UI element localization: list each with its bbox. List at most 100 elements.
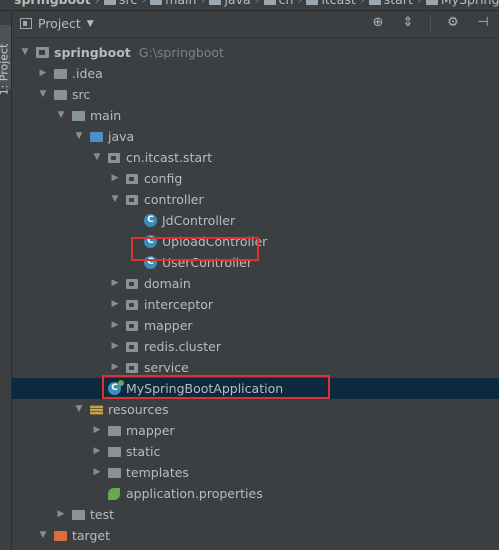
chevron-down-icon[interactable]: ▼	[92, 147, 102, 168]
resources-folder-icon	[90, 405, 103, 415]
chevron-right-icon[interactable]: ▶	[92, 441, 102, 462]
folder-icon	[72, 510, 85, 520]
chevron-right-icon[interactable]: ▶	[110, 273, 120, 294]
chevron-right-icon[interactable]: ▶	[56, 504, 66, 525]
folder-icon	[54, 90, 67, 100]
folder-icon	[425, 0, 438, 5]
chevron-down-icon[interactable]: ▼	[38, 84, 48, 105]
tree-node-label: target	[72, 525, 110, 546]
tree-node-text: .idea	[72, 66, 103, 81]
target-icon[interactable]: ⊕	[370, 15, 386, 31]
tree-node-config[interactable]: ▶ config	[12, 168, 499, 189]
hide-icon[interactable]: ⊣	[475, 15, 491, 31]
tree-node-domain[interactable]: ▶ domain	[12, 273, 499, 294]
tree-node-label: MySpringBootApplication	[126, 378, 283, 399]
left-tool-strip: 1: Project	[0, 11, 12, 550]
package-icon	[126, 321, 138, 331]
project-tool-tab[interactable]: 1: Project	[0, 25, 11, 95]
tree-node-myspringbootapplication[interactable]: C MySpringBootApplication	[12, 378, 499, 399]
breadcrumb-item[interactable]: MySpring	[425, 0, 499, 7]
tree-node-label: resources	[108, 399, 169, 420]
tree-node-test[interactable]: ▶ test	[12, 504, 499, 525]
chevron-right-icon[interactable]: ▶	[110, 336, 120, 357]
class-icon: C	[144, 214, 157, 227]
tree-node-service[interactable]: ▶ service	[12, 357, 499, 378]
breadcrumb-item[interactable]: java ›	[209, 0, 260, 7]
tree-node-label: JdController	[162, 210, 235, 231]
tree-node-text: test	[90, 507, 115, 522]
tree-node-java[interactable]: ▼ java	[12, 126, 499, 147]
tree-node-templates[interactable]: ▶ templates	[12, 462, 499, 483]
folder-icon	[108, 426, 121, 436]
chevron-down-icon[interactable]: ▼	[110, 189, 120, 210]
tree-node-target[interactable]: ▼ target	[12, 525, 499, 546]
toolbar-divider	[430, 15, 431, 31]
project-path: G:\springboot	[138, 45, 224, 60]
module-icon	[36, 47, 49, 58]
tree-node-interceptor[interactable]: ▶ interceptor	[12, 294, 499, 315]
tree-node-text: JdController	[162, 213, 236, 228]
tree-node-static[interactable]: ▶ static	[12, 441, 499, 462]
chevron-down-icon: ▼	[86, 18, 94, 29]
breadcrumb-label: src	[119, 0, 137, 7]
chevron-right-icon[interactable]: ▶	[92, 462, 102, 483]
tree-node-jdcontroller[interactable]: C JdController	[12, 210, 499, 231]
package-icon	[126, 363, 138, 373]
tree-node-label: mapper	[126, 420, 175, 441]
breadcrumb-separator: ›	[417, 0, 422, 7]
folder-icon	[54, 69, 67, 79]
tree-node-cn-itcast-start[interactable]: ▼ cn.itcast.start	[12, 147, 499, 168]
chevron-right-icon[interactable]: ▶	[110, 168, 120, 189]
tree-node-springboot[interactable]: ▼ springboot G:\springboot	[12, 42, 499, 63]
breadcrumb-item[interactable]: main ›	[150, 0, 205, 7]
chevron-down-icon[interactable]: ▼	[74, 126, 84, 147]
chevron-down-icon[interactable]: ▼	[38, 525, 48, 546]
tree-node-application-properties[interactable]: application.properties	[12, 483, 499, 504]
tree-node-src[interactable]: ▼ src	[12, 84, 499, 105]
breadcrumb-separator: ›	[200, 0, 205, 7]
chevron-right-icon[interactable]: ▶	[110, 357, 120, 378]
tree-node-text: service	[144, 360, 189, 375]
tree-node-controller[interactable]: ▼ controller	[12, 189, 499, 210]
chevron-right-icon[interactable]: ▶	[110, 315, 120, 336]
breadcrumb-label: main	[165, 0, 196, 7]
tree-node-label: controller	[144, 189, 204, 210]
tree-node-text: controller	[144, 192, 204, 207]
chevron-right-icon[interactable]: ▶	[92, 420, 102, 441]
project-view-icon	[20, 18, 32, 29]
tree-node-idea[interactable]: ▶ .idea	[12, 63, 499, 84]
tree-node-text: UploadController	[162, 234, 268, 249]
breadcrumb-item[interactable]: start ›	[368, 0, 422, 7]
tree-node-text: application.properties	[126, 486, 263, 501]
tree-node-uploadcontroller[interactable]: C UploadController	[12, 231, 499, 252]
chevron-right-icon[interactable]: ▶	[38, 63, 48, 84]
tree-node-usercontroller[interactable]: C UserController	[12, 252, 499, 273]
breadcrumb-item[interactable]: itcast ›	[306, 0, 365, 7]
chevron-down-icon[interactable]: ▼	[74, 399, 84, 420]
tree-node-text: config	[144, 171, 183, 186]
gear-icon[interactable]: ⚙	[445, 15, 461, 31]
breadcrumb-item[interactable]: src ›	[103, 0, 146, 7]
chevron-right-icon[interactable]: ▶	[110, 294, 120, 315]
tree-node-text: mapper	[144, 318, 193, 333]
tree-node-redis-cluster[interactable]: ▶ redis.cluster	[12, 336, 499, 357]
chevron-down-icon[interactable]: ▼	[56, 105, 66, 126]
breadcrumb-separator: ›	[95, 0, 100, 7]
package-icon	[126, 342, 138, 352]
breadcrumb-label: cn	[279, 0, 294, 7]
breadcrumb-item[interactable]: cn›	[263, 0, 302, 7]
tree-node-label: main	[90, 105, 121, 126]
chevron-down-icon[interactable]: ▼	[20, 42, 30, 63]
tree-node-text: springboot	[54, 45, 131, 60]
tree-node-resources[interactable]: ▼ resources	[12, 399, 499, 420]
tree-node-text: MySpringBootApplication	[126, 381, 284, 396]
folder-icon	[103, 0, 116, 5]
collapse-icon[interactable]: ⇕	[400, 15, 416, 31]
folder-icon	[368, 0, 381, 5]
breadcrumb-item[interactable]: springboot ›	[14, 0, 100, 7]
tree-node-mapper[interactable]: ▶ mapper	[12, 420, 499, 441]
tree-node-main[interactable]: ▼ main	[12, 105, 499, 126]
view-selector[interactable]: Project ▼	[20, 16, 94, 31]
tree-node-mapper[interactable]: ▶ mapper	[12, 315, 499, 336]
tree-node-text: redis.cluster	[144, 339, 221, 354]
